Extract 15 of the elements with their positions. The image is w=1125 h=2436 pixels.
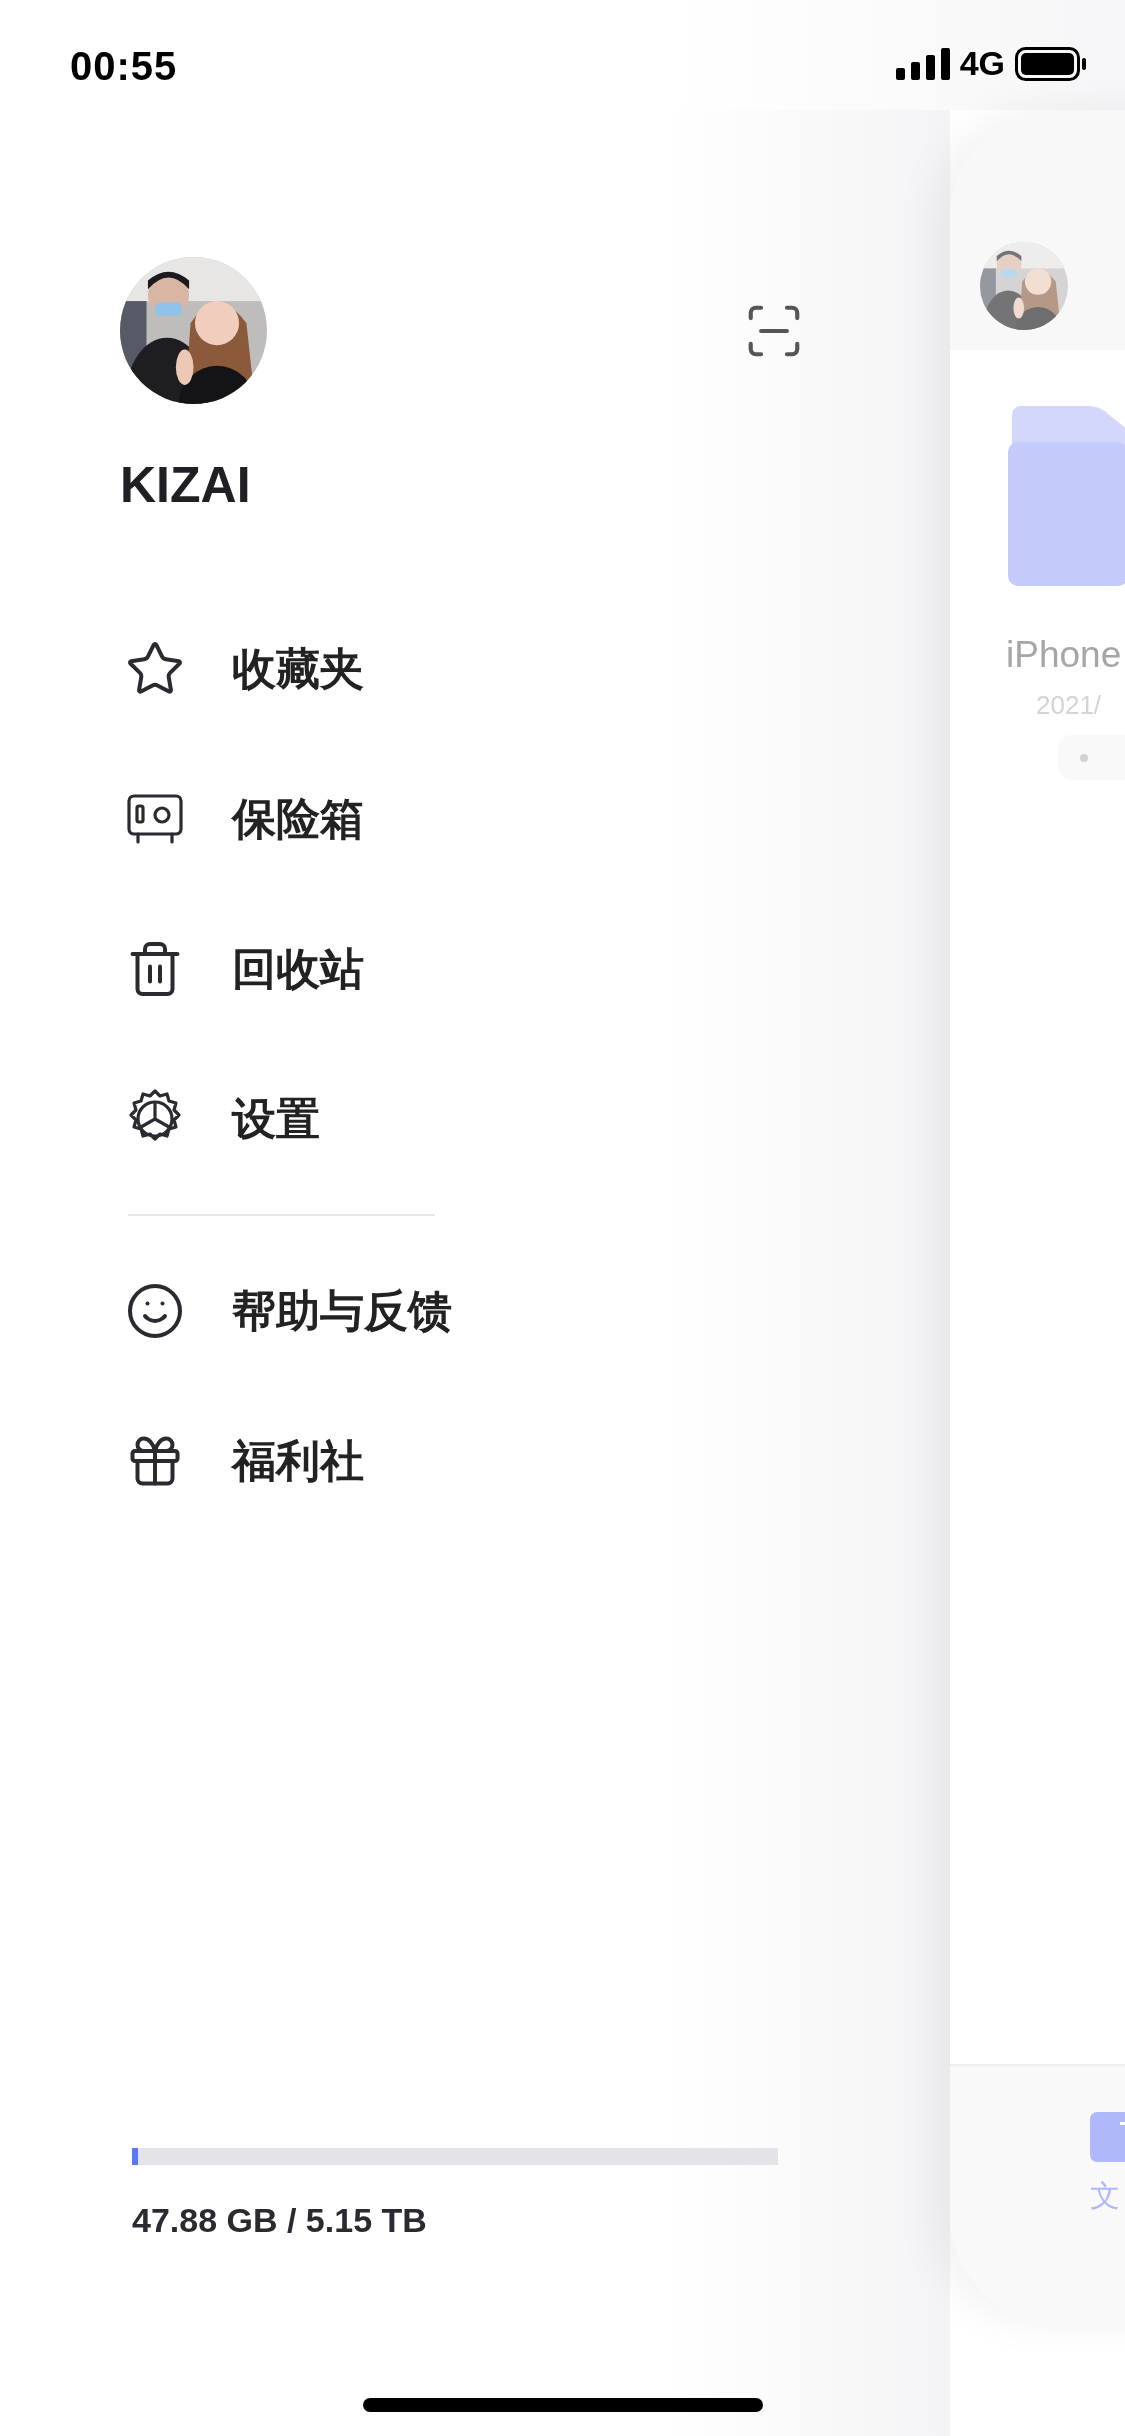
network-label: 4G [959,44,1005,83]
menu-item[interactable]: 福利社 [232,1431,364,1491]
folder-icon [1008,406,1125,586]
dot-icon [1080,753,1088,762]
folder-name: iPhone [1006,634,1123,676]
menu-item[interactable]: 帮助与反馈 [232,1281,452,1341]
battery-icon [1015,46,1087,81]
menu-item[interactable]: 收藏夹 [232,639,364,699]
user-name: KIZAI [120,456,252,514]
menu-item[interactable]: 设置 [232,1089,320,1149]
storage-reading: 47.88 GB / 5.15 TB [132,2201,428,2240]
menu-item[interactable]: 保险箱 [232,789,364,849]
signal-icon [895,47,950,80]
menu-item[interactable]: 回收站 [232,939,364,999]
status-time: 00:55 [70,44,178,89]
